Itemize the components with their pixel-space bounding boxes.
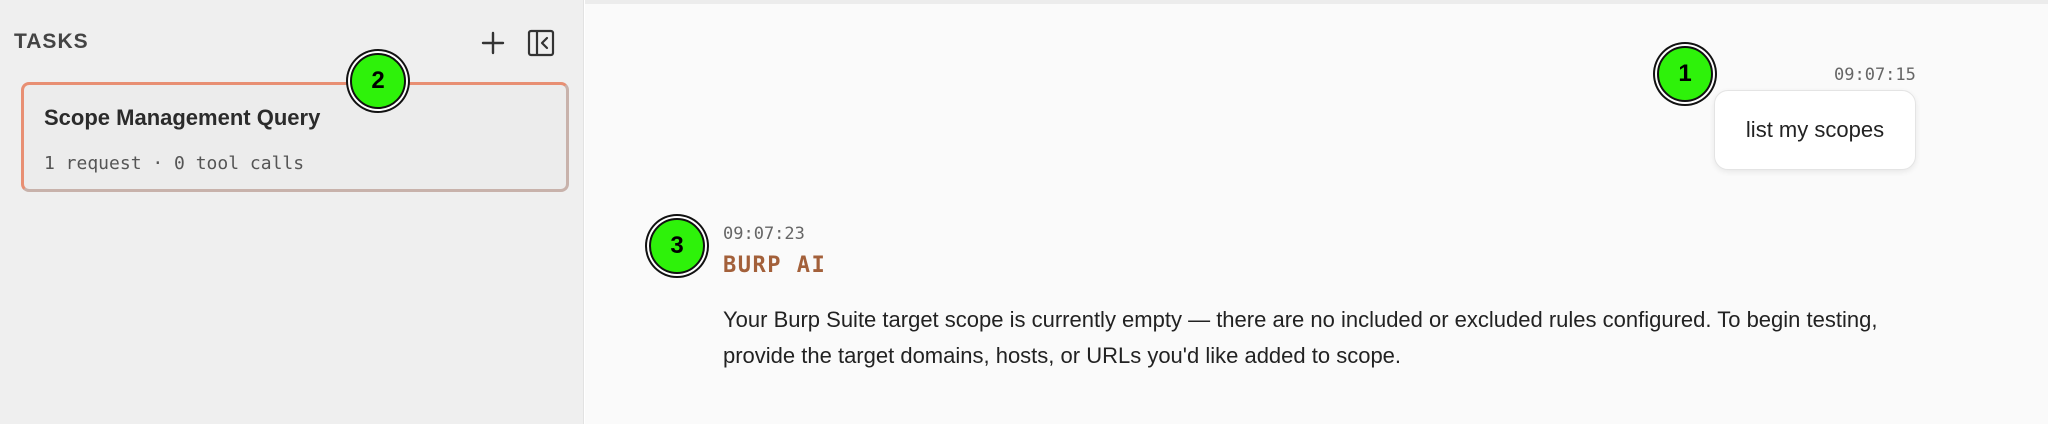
panel-collapse-icon [527, 29, 555, 57]
conversation-panel: 09:07:15 list my scopes 09:07:23 BURP AI… [585, 0, 2048, 424]
task-card[interactable]: Scope Management Query 1 request · 0 too… [21, 82, 569, 192]
plus-icon [481, 31, 505, 55]
user-message-timestamp: 09:07:15 [1834, 65, 1916, 85]
marker-3: 3 [649, 218, 705, 274]
user-message-bubble: list my scopes [1714, 90, 1916, 170]
tasks-sidebar: TASKS Scope Management Query 1 request ·… [0, 0, 584, 424]
task-meta: 1 request · 0 tool calls [44, 153, 305, 174]
agent-sender-name: BURP AI [723, 253, 827, 278]
marker-2: 2 [350, 53, 406, 109]
agent-message-text: Your Burp Suite target scope is currentl… [723, 307, 1878, 368]
task-title: Scope Management Query [44, 105, 321, 130]
agent-message-timestamp: 09:07:23 [723, 224, 805, 244]
marker-1: 1 [1657, 46, 1713, 102]
app-window: TASKS Scope Management Query 1 request ·… [0, 0, 2048, 424]
new-task-button[interactable] [478, 28, 508, 58]
collapse-sidebar-button[interactable] [526, 28, 556, 58]
sidebar-title: TASKS [14, 30, 89, 53]
